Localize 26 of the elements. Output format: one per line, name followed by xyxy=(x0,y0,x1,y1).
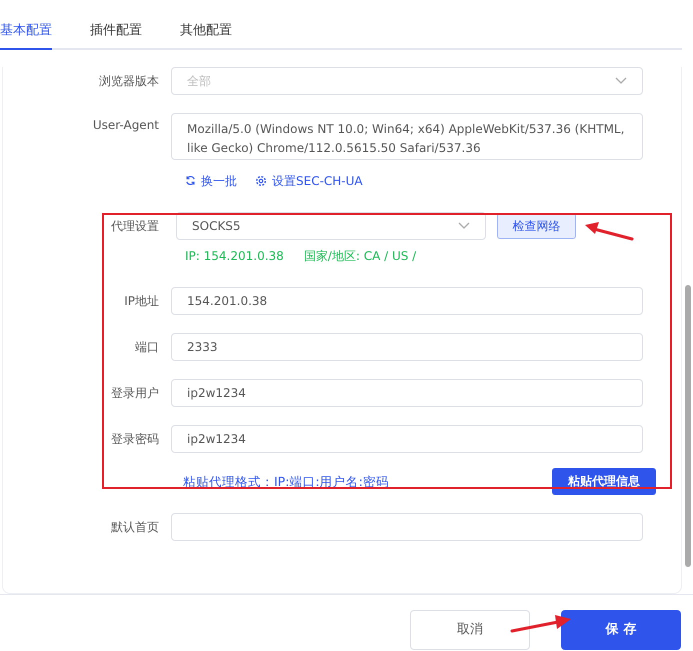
cancel-button[interactable]: 取消 xyxy=(410,610,530,650)
save-button[interactable]: 保 存 xyxy=(561,610,681,650)
field-label: 代理设置 xyxy=(110,218,160,234)
paste-format-hint: 粘贴代理格式：IP:端口:用户名:密码 xyxy=(183,474,389,489)
input-field[interactable]: ip2w1234 xyxy=(171,425,643,453)
check-network-button[interactable]: 检查网络 xyxy=(497,213,576,239)
user-agent-field[interactable]: Mozilla/5.0 (Windows NT 10.0; Win64; x64) AppleWebKit/537.36 (KHTML, like Gecko) Chrome/112.0.5615.50 Safari/537.36 xyxy=(171,113,643,160)
field-label: User-Agent xyxy=(92,117,160,132)
link[interactable]: 换一批 xyxy=(185,174,237,188)
field-label: 端口 xyxy=(134,340,160,354)
field-label: 浏览器版本 xyxy=(98,74,160,88)
field-label: 默认首页 xyxy=(110,520,160,534)
ip-info: IP: 154.201.0.38 xyxy=(185,248,284,264)
field-label: 登录用户 xyxy=(110,386,160,400)
proxy-select[interactable]: SOCKS5 xyxy=(176,212,486,240)
tab[interactable]: 插件配置 xyxy=(90,20,142,50)
link[interactable]: 设置SEC-CH-UA xyxy=(255,174,363,188)
field-label: IP地址 xyxy=(123,294,160,308)
input-field[interactable]: 154.201.0.38 xyxy=(171,287,643,315)
input-field[interactable]: ip2w1234 xyxy=(171,379,643,407)
field-label: 登录密码 xyxy=(110,432,160,446)
tab[interactable]: 基本配置 xyxy=(0,20,52,50)
input-field[interactable]: 2333 xyxy=(171,333,643,361)
region-info: 国家/地区: CA / US / xyxy=(304,248,416,264)
paste-proxy-button[interactable]: 粘贴代理信息 xyxy=(552,468,656,495)
tab[interactable]: 其他配置 xyxy=(180,20,232,50)
